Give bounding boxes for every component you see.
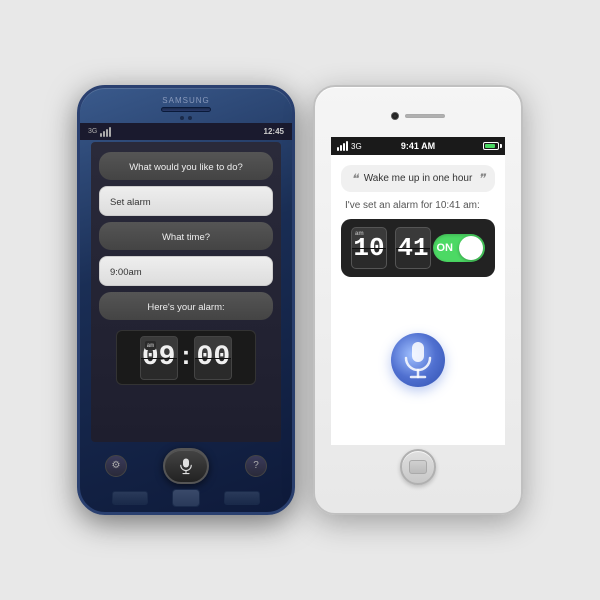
samsung-am-badge: am: [145, 341, 156, 350]
settings-glyph: ⚙: [112, 460, 121, 471]
samsung-minutes-text: 00: [197, 342, 231, 373]
help-glyph: ?: [253, 460, 259, 471]
iphone-signal-2: [340, 145, 342, 151]
samsung-bubble-3: Here's your alarm:: [99, 292, 273, 320]
samsung-camera: [180, 116, 184, 120]
samsung-time: 12:45: [264, 127, 284, 136]
close-quote: ❞: [478, 172, 485, 185]
samsung-help-icon[interactable]: ?: [245, 455, 267, 477]
samsung-home-btn[interactable]: [172, 489, 200, 507]
signal-bar-4: [109, 127, 111, 137]
toggle-on-label: ON: [437, 242, 454, 254]
siri-quote-bubble: ❝ Wake me up in one hour ❞: [341, 165, 495, 192]
samsung-mic-button[interactable]: [163, 448, 209, 484]
siri-logo-area: [391, 285, 445, 435]
samsung-back-btn[interactable]: [112, 491, 148, 505]
iphone-home-button[interactable]: [400, 449, 436, 485]
siri-user-query: Wake me up in one hour: [360, 173, 476, 184]
siri-clock-card: am 10 41 ON: [341, 219, 495, 277]
samsung-top-bar: SAMSUNG: [80, 88, 292, 123]
siri-icon: [400, 340, 436, 380]
samsung-status-bar: 3G 12:45: [80, 123, 292, 140]
samsung-minutes: 00: [194, 336, 232, 380]
iphone-time: 9:41 AM: [401, 141, 435, 151]
siri-minutes-text: 41: [397, 233, 428, 263]
iphone-top: [315, 87, 521, 137]
iphone-battery-fill: [485, 144, 495, 148]
samsung-a2-text: 9:00am: [110, 267, 142, 278]
samsung-input-1: Set alarm: [99, 186, 273, 216]
iphone-phone: 3G 9:41 AM ❝ Wake me up in one hour ❞ I'…: [313, 85, 523, 515]
iphone-camera: [391, 112, 399, 120]
samsung-q2-text: What time?: [162, 232, 210, 243]
signal-bars: [100, 127, 111, 137]
toggle-knob: [459, 236, 483, 260]
signal-bar-1: [100, 133, 102, 137]
iphone-carrier: 3G: [351, 142, 362, 151]
iphone-camera-area: [391, 112, 445, 120]
siri-logo[interactable]: [391, 333, 445, 387]
samsung-clock-display: am 09 : 00: [116, 330, 256, 385]
iphone-battery: [483, 142, 499, 150]
iphone-status-bar: 3G 9:41 AM: [331, 137, 505, 155]
samsung-camera-dots: [180, 116, 192, 120]
siri-hours-text: 10: [353, 233, 384, 263]
samsung-phone: SAMSUNG 3G 12:45 What would you li: [77, 85, 295, 515]
samsung-q3-text: Here's your alarm:: [147, 302, 224, 313]
iphone-signal-bars: [337, 141, 348, 151]
siri-am-label: am: [355, 231, 364, 237]
samsung-menu-btn[interactable]: [224, 491, 260, 505]
samsung-bottom-bar: ⚙ ?: [91, 446, 281, 485]
samsung-hours: am 09: [140, 336, 178, 380]
samsung-settings-icon[interactable]: ⚙: [105, 455, 127, 477]
samsung-input-2: 9:00am: [99, 256, 273, 286]
samsung-brand-label: SAMSUNG: [162, 96, 209, 105]
iphone-status-left: 3G: [337, 141, 362, 151]
siri-response: I've set an alarm for 10:41 am:: [341, 200, 495, 211]
samsung-bubble-1: What would you like to do?: [99, 152, 273, 180]
iphone-screen: ❝ Wake me up in one hour ❞ I've set an a…: [331, 155, 505, 445]
samsung-status-left: 3G: [88, 127, 111, 137]
signal-bar-2: [103, 131, 105, 137]
iphone-status-right: [483, 142, 499, 150]
iphone-signal-3: [343, 143, 345, 151]
phones-container: SAMSUNG 3G 12:45 What would you li: [67, 75, 533, 525]
samsung-a1-text: Set alarm: [110, 197, 151, 208]
siri-hours-digit: am 10: [351, 227, 387, 269]
toggle-wrapper: ON: [433, 234, 485, 262]
samsung-network: 3G: [88, 128, 97, 135]
iphone-speaker: [405, 114, 445, 118]
home-btn-inner: [409, 460, 427, 474]
mic-icon: [177, 457, 195, 475]
siri-clock-digits: am 10 41: [351, 227, 431, 269]
open-quote: ❝: [351, 172, 358, 185]
samsung-nav-bar: [80, 485, 292, 512]
clock-colon: :: [182, 340, 191, 371]
signal-bar-3: [106, 129, 108, 137]
alarm-toggle[interactable]: ON: [433, 234, 485, 262]
siri-minutes-digit: 41: [395, 227, 431, 269]
iphone-signal-4: [346, 141, 348, 151]
samsung-screen: What would you like to do? Set alarm Wha…: [91, 142, 281, 442]
iphone-signal-1: [337, 147, 339, 151]
samsung-speaker: [161, 107, 211, 112]
samsung-bubble-2: What time?: [99, 222, 273, 250]
samsung-sensor: [188, 116, 192, 120]
samsung-q1-text: What would you like to do?: [129, 162, 243, 173]
